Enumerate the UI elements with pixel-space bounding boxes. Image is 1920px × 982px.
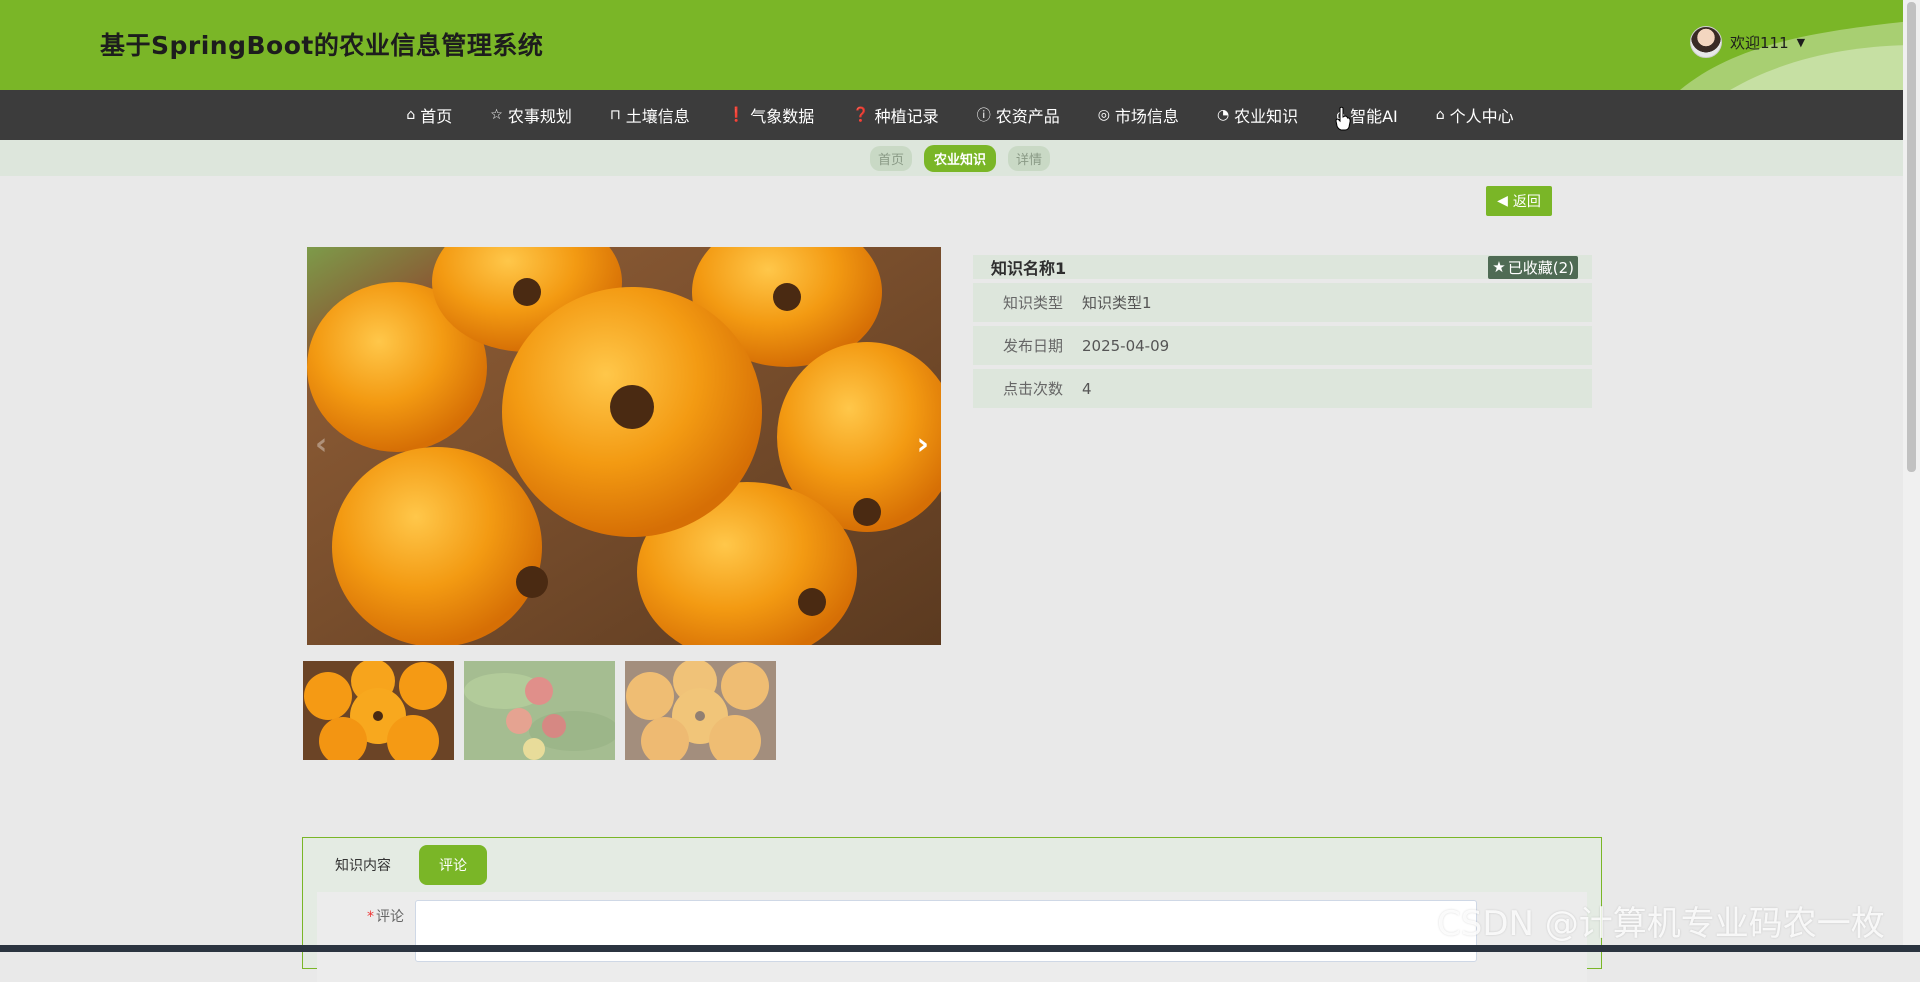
watermark: CSDN @计算机专业码农一枚 [1437,904,1885,944]
detail-row-value: 知识类型1 [1082,294,1152,312]
breadcrumb-item[interactable]: 农业知识 [923,144,996,172]
detail-title-bar: 知识名称1 ★ 已收藏(2) [973,255,1592,279]
nav-item-label: 农业知识 [1234,107,1299,126]
loquat-photo [307,247,941,645]
question-icon: ❓ [852,107,870,123]
gauge-icon: ◔ [1216,107,1230,123]
target-icon: ◎ [1097,107,1110,123]
nav-item-0[interactable]: ⌂ 首页 [387,90,471,140]
favorite-button[interactable]: ★ 已收藏(2) [1488,255,1578,279]
detail-panel: 知识名称1 ★ 已收藏(2) 知识类型 知识类型1 发布日期 2025-04-09 点击… [973,255,1592,408]
nav-item-3[interactable]: ❗ 气象数据 [709,90,833,140]
nav-item-label: 智能AI [1350,107,1398,126]
back-button[interactable]: ◀ 返回 [1486,186,1552,216]
favorite-label: 已收藏(2) [1507,258,1574,277]
detail-row-key: 知识类型 [1002,294,1063,312]
detail-row-key: 点击次数 [1002,380,1063,398]
detail-title: 知识名称1 [991,259,1067,278]
tab-0[interactable]: 知识内容 [319,845,407,885]
os-taskbar [0,945,1920,952]
nav-item-label: 种植记录 [874,107,939,126]
comment-form: * 评论 [317,892,1587,982]
thumbnail-3[interactable] [625,661,776,760]
nav-item-8[interactable]: ⌂智能AI [1317,90,1417,140]
thumbnail-2[interactable] [464,661,615,760]
main-nav: ⌂首页☆农事规划⊓土壤信息❗气象数据❓种植记录ⓘ农资产品◎市场信息◔农业知识⌂智… [0,90,1920,140]
alert-icon: ❗ [727,107,746,123]
nav-item-label: 农事规划 [507,107,572,126]
detail-row-key: 发布日期 [1002,337,1063,355]
nav-item-5[interactable]: ⓘ 农资产品 [958,90,1079,140]
comment-field-label: * 评论 [367,909,404,925]
nav-item-7[interactable]: ◔ 农业知识 [1198,90,1317,140]
detail-row: 知识类型 知识类型1 [973,283,1592,322]
nav-item-label: 土壤信息 [625,107,690,126]
scrollbar-thumb[interactable] [1907,2,1916,472]
info-icon: ⓘ [976,108,991,124]
bag-icon: ⊓ [609,107,621,123]
welcome-text[interactable]: 欢迎111 [1730,32,1789,53]
thumbnail-1[interactable] [303,661,454,760]
detail-row: 点击次数 4 [973,369,1592,408]
star-icon: ☆ [490,107,503,123]
home-icon: ⌂ [406,107,416,123]
caret-down-icon[interactable]: ▼ [1797,36,1805,49]
nav-item-1[interactable]: ☆ 农事规划 [471,90,591,140]
carousel-prev-icon[interactable]: ‹ [315,427,327,462]
nav-item-2[interactable]: ⊓ 土壤信息 [591,90,709,140]
nav-item-4[interactable]: ❓ 种植记录 [833,90,957,140]
home-icon: ⌂ [1435,107,1445,123]
hand-cursor-icon [1335,106,1351,131]
nav-item-label: 个人中心 [1449,107,1514,126]
nav-item-6[interactable]: ◎ 市场信息 [1079,90,1198,140]
nav-item-label: 市场信息 [1114,107,1179,126]
carousel-next-icon[interactable]: › [917,427,929,462]
star-icon: ★ [1492,258,1506,276]
nav-item-label: 气象数据 [750,107,815,126]
detail-row-value: 2025-04-09 [1082,336,1170,355]
caret-left-icon: ◀ [1497,193,1508,209]
page-scrollbar[interactable] [1903,0,1920,945]
detail-row-value: 4 [1082,379,1092,398]
nav-item-label: 农资产品 [995,107,1060,126]
tab-1[interactable]: 评论 [419,845,487,885]
image-carousel[interactable]: ‹ › [307,247,941,645]
breadcrumb: 首页 农业知识 详情 [0,140,1920,176]
comment-input[interactable] [415,900,1477,962]
site-header: 基于SpringBoot的农业信息管理系统 欢迎111 ▼ [0,0,1920,90]
back-button-label: 返回 [1512,194,1541,210]
breadcrumb-item[interactable]: 首页 [869,145,912,171]
thumbnail-strip [303,661,776,760]
avatar[interactable] [1690,26,1722,58]
site-title: 基于SpringBoot的农业信息管理系统 [100,31,544,60]
nav-item-9[interactable]: ⌂ 个人中心 [1417,90,1533,140]
nav-item-label: 首页 [420,107,453,126]
detail-rows: 知识类型 知识类型1 发布日期 2025-04-09 点击次数 4 [973,283,1592,408]
detail-row: 发布日期 2025-04-09 [973,326,1592,365]
user-menu[interactable]: 欢迎111 ▼ [1690,26,1805,58]
tab-bar: 知识内容 评论 [303,838,1601,892]
breadcrumb-item[interactable]: 详情 [1008,145,1051,171]
